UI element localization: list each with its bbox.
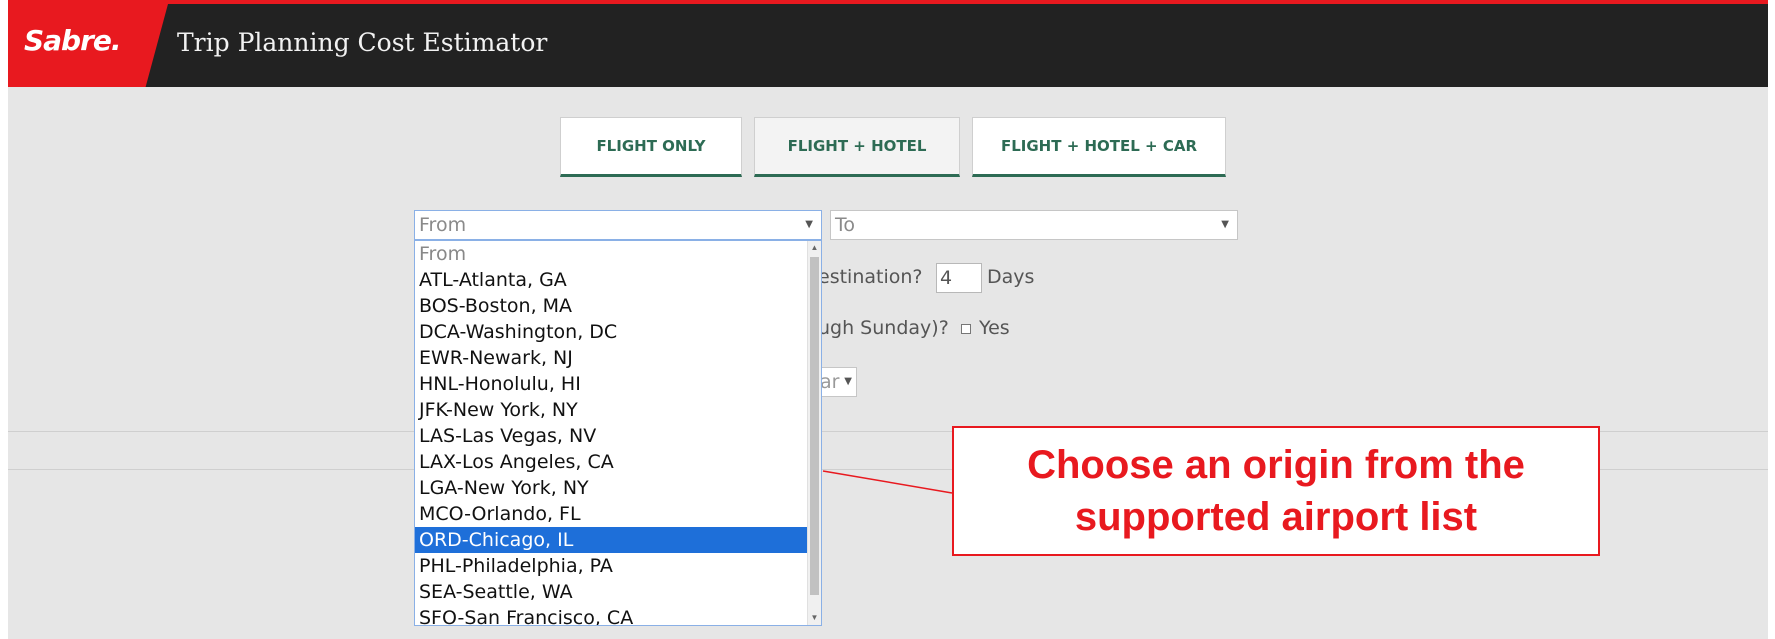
instruction-callout: Choose an origin from the supported airp… [952,426,1600,556]
from-select-value: From [419,214,467,236]
chevron-down-icon: ▼ [1221,219,1229,230]
dropdown-option[interactable]: SFO-San Francisco, CA [415,605,807,625]
dropdown-option[interactable]: MCO-Orlando, FL [415,501,807,527]
dropdown-option[interactable]: LAX-Los Angeles, CA [415,449,807,475]
origin-dropdown-list[interactable]: From ATL-Atlanta, GA BOS-Boston, MA DCA-Was… [414,240,822,626]
dropdown-option[interactable]: LGA-New York, NY [415,475,807,501]
scroll-down-icon[interactable]: ▼ [808,611,821,625]
partial-select-value: ar [820,371,840,393]
flight-hotel-button[interactable]: FLIGHT + HOTEL [754,117,960,177]
flight-only-button[interactable]: FLIGHT ONLY [560,117,742,177]
dropdown-option[interactable]: JFK-New York, NY [415,397,807,423]
app-title: Trip Planning Cost Estimator [177,28,548,57]
dropdown-option[interactable]: LAS-Las Vegas, NV [415,423,807,449]
weekend-checkbox[interactable] [961,324,971,334]
stay-question: estination? [818,266,923,288]
days-input[interactable]: 4 [936,263,982,293]
dropdown-option[interactable]: ATL-Atlanta, GA [415,267,807,293]
flight-hotel-car-button[interactable]: FLIGHT + HOTEL + CAR [972,117,1226,177]
dropdown-option[interactable]: From [415,241,807,267]
sabre-logo[interactable]: Sabre. [8,4,168,87]
days-label: Days [987,266,1035,288]
scroll-up-icon[interactable]: ▲ [808,241,821,255]
from-select[interactable]: From ▼ [414,210,822,240]
callout-line-2: supported airport list [1074,495,1478,539]
chevron-down-icon: ▼ [805,219,813,230]
chevron-down-icon: ▼ [844,376,852,387]
dropdown-option[interactable]: HNL-Honolulu, HI [415,371,807,397]
app-frame: Sabre. Trip Planning Cost Estimator FLIG… [8,0,1768,639]
dropdown-option[interactable]: ORD-Chicago, IL [415,527,807,553]
brand-text: Sabre. [24,24,122,57]
dropdown-option[interactable]: DCA-Washington, DC [415,319,807,345]
dropdown-option[interactable]: EWR-Newark, NJ [415,345,807,371]
scroll-thumb[interactable] [810,257,819,595]
dropdown-scrollbar[interactable]: ▲ ▼ [807,241,821,625]
dropdown-option[interactable]: SEA-Seattle, WA [415,579,807,605]
dropdown-option[interactable]: BOS-Boston, MA [415,293,807,319]
top-bar: Sabre. Trip Planning Cost Estimator [8,4,1768,87]
dropdown-option[interactable]: PHL-Philadelphia, PA [415,553,807,579]
to-select[interactable]: To ▼ [830,210,1238,240]
to-select-value: To [835,214,856,236]
option-list: From ATL-Atlanta, GA BOS-Boston, MA DCA-Was… [415,241,821,625]
weekend-question: ugh Sunday)? [818,317,949,339]
callout-line-1: Choose an origin from the [1027,443,1525,487]
weekend-yes-label: Yes [979,317,1010,339]
